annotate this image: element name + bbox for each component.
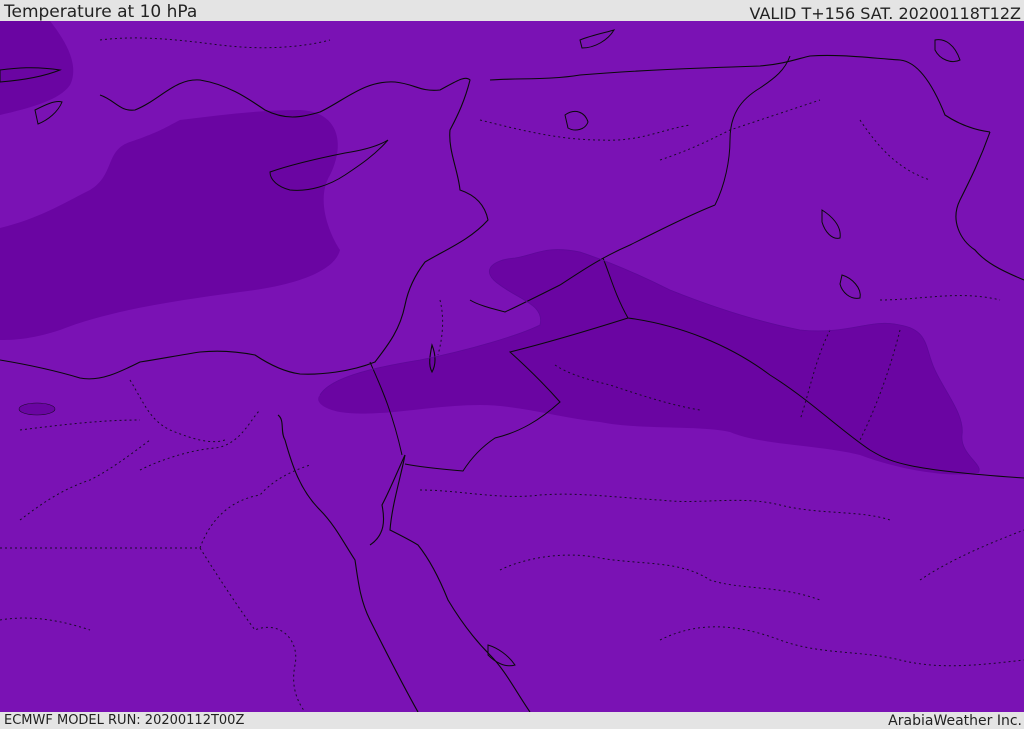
map-title: Temperature at 10 hPa <box>4 2 198 22</box>
temperature-map <box>0 21 1024 712</box>
model-run-label: ECMWF MODEL RUN: 20200112T00Z <box>4 713 245 728</box>
credit-label: ArabiaWeather Inc. <box>888 713 1022 729</box>
cold-spot-libya <box>18 402 56 416</box>
